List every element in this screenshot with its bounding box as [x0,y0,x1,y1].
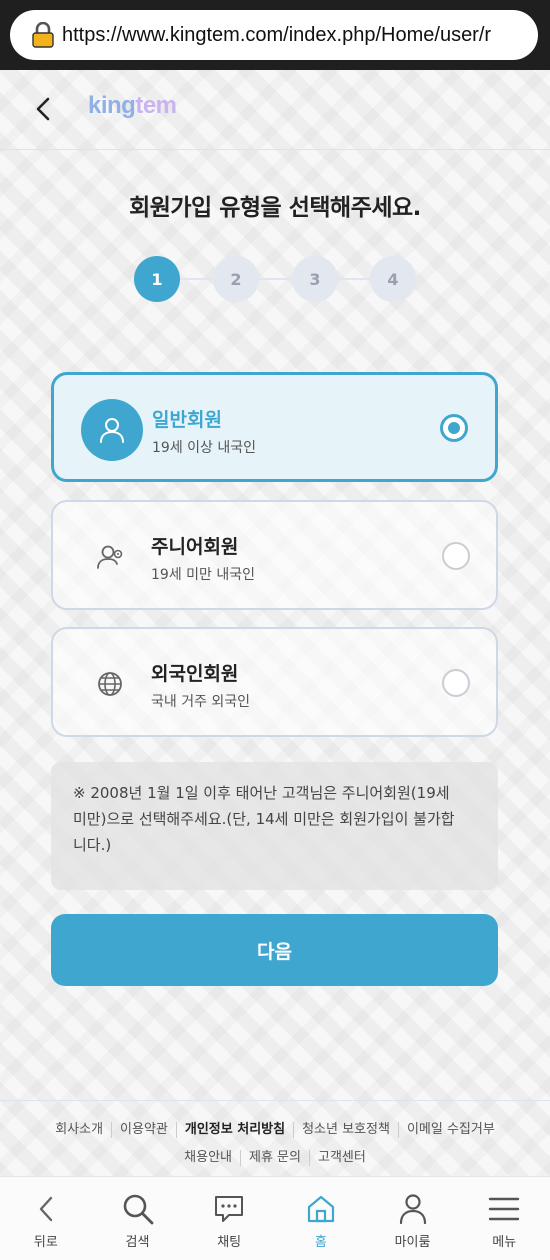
nav-chat[interactable]: 채팅 [183,1177,275,1260]
junior-notice: ※ 2008년 1월 1일 이후 태어난 고객님은 주니어회원(19세 미만)으… [51,762,498,890]
step-connector [334,278,374,280]
nav-menu[interactable]: 메뉴 [458,1177,550,1260]
option-general-member[interactable]: 일반회원 19세 이상 내국인 [51,372,498,482]
option-subtitle: 19세 이상 내국인 [152,440,256,456]
footer-link-careers[interactable]: 채용안내 [176,1150,241,1166]
user-icon [81,399,143,461]
nav-label: 검색 [125,1235,150,1250]
option-subtitle: 19세 미만 내국인 [151,567,255,583]
step-connector [254,278,294,280]
person-icon [395,1191,431,1227]
browser-bar: https://www.kingtem.com/index.php/Home/u… [0,0,550,70]
option-junior-member[interactable]: 주니어회원 19세 미만 내국인 [51,500,498,610]
footer-link-youth-policy[interactable]: 청소년 보호정책 [294,1122,399,1138]
header: kingtem [0,70,550,150]
nav-label: 채팅 [217,1235,242,1250]
footer-link-privacy[interactable]: 개인정보 처리방침 [177,1122,295,1138]
chat-icon [211,1191,247,1227]
nav-label: 홈 [314,1235,327,1250]
url-text[interactable]: https://www.kingtem.com/index.php/Home/u… [62,24,491,47]
option-title: 주니어회원 [151,536,239,558]
page: kingtem 회원가입 유형을 선택해주세요. 1 2 3 4 일반회원 19… [0,70,550,1260]
junior-user-icon [81,528,139,586]
radio-button[interactable] [442,542,470,570]
step-1: 1 [134,256,180,302]
page-title: 회원가입 유형을 선택해주세요. [129,195,421,221]
nav-back[interactable]: 뒤로 [0,1177,92,1260]
next-button[interactable]: 다음 [51,914,498,986]
nav-label: 뒤로 [33,1235,58,1250]
nav-home[interactable]: 홈 [275,1177,367,1260]
home-icon [303,1191,339,1227]
option-title: 외국인회원 [151,663,239,685]
search-icon [120,1191,156,1227]
menu-icon [486,1191,522,1227]
footer: 회사소개 이용약관 개인정보 처리방침 청소년 보호정책 이메일 수집거부 채용… [0,1100,550,1178]
logo-text-tem: tem [135,92,177,119]
footer-links-row: 채용안내 제휴 문의 고객센터 [0,1150,550,1166]
footer-links-row: 회사소개 이용약관 개인정보 처리방침 청소년 보호정책 이메일 수집거부 [0,1122,550,1138]
kingtem-logo[interactable]: kingtem [88,92,177,120]
notice-line: ※ 2008년 1월 1일 이후 태어난 고객님은 주니어회원(19세 [73,784,450,802]
step-4: 4 [370,256,416,302]
step-indicator: 1 2 3 4 [134,256,424,302]
nav-my-room[interactable]: 마이룸 [367,1177,459,1260]
logo-text-king: king [88,92,136,119]
radio-button-selected[interactable] [440,414,468,442]
chevron-left-icon [28,1191,64,1227]
footer-link-customer-center[interactable]: 고객센터 [310,1150,374,1166]
lock-icon [32,21,54,48]
footer-link-partnership[interactable]: 제휴 문의 [241,1150,310,1166]
bottom-nav: 뒤로 검색 채팅 홈 마이룸 메뉴 [0,1176,550,1260]
option-foreign-member[interactable]: 외국인회원 국내 거주 외국인 [51,627,498,737]
radio-button[interactable] [442,669,470,697]
address-bar[interactable]: https://www.kingtem.com/index.php/Home/u… [10,10,538,60]
nav-label: 메뉴 [492,1235,517,1250]
step-3: 3 [292,256,338,302]
footer-link-about[interactable]: 회사소개 [47,1122,113,1138]
globe-icon [81,655,139,713]
step-connector [174,278,214,280]
footer-link-terms[interactable]: 이용약관 [112,1122,177,1138]
option-title: 일반회원 [152,409,222,431]
back-arrow-icon[interactable] [28,94,58,124]
notice-line: 니다.) [73,836,112,854]
notice-line: 미만)으로 선택해주세요.(단, 14세 미만은 회원가입이 불가합 [73,810,455,828]
step-2: 2 [213,256,259,302]
footer-link-email-refusal[interactable]: 이메일 수집거부 [399,1122,503,1138]
nav-label: 마이룸 [394,1235,431,1250]
nav-search[interactable]: 검색 [92,1177,184,1260]
option-subtitle: 국내 거주 외국인 [151,694,251,710]
